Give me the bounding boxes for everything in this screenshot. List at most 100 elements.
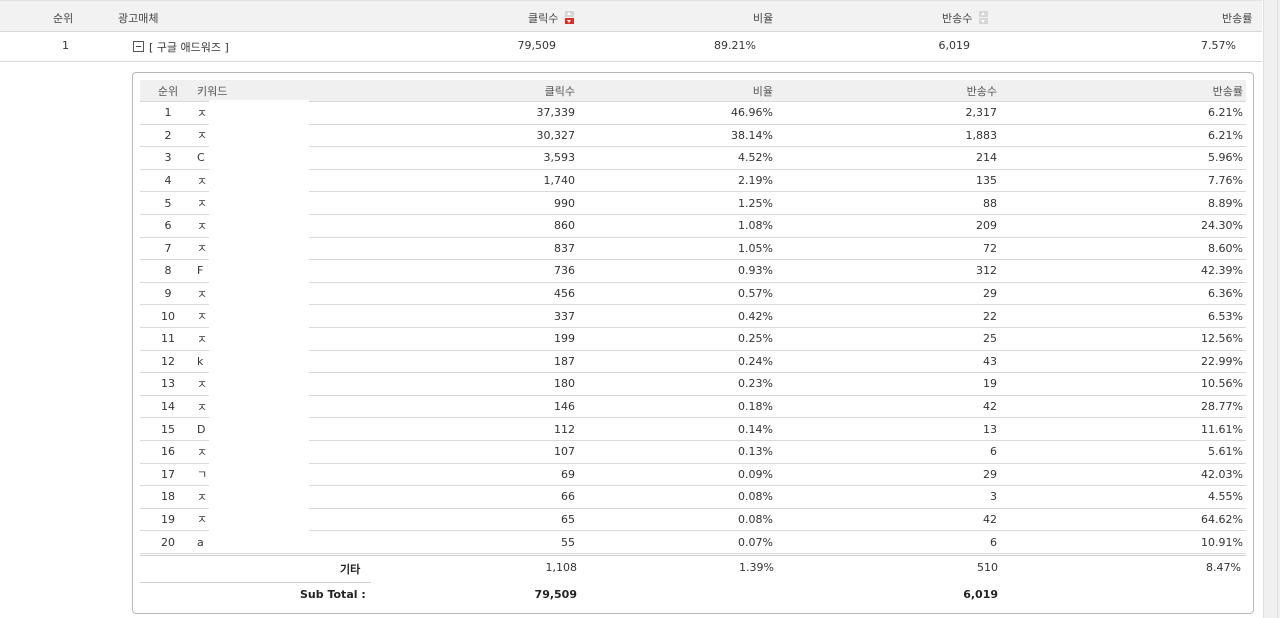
- header-conversions[interactable]: 반송수: [942, 10, 988, 26]
- row-clicks: 112: [316, 417, 578, 441]
- row-rank: 13: [140, 372, 196, 396]
- row-bounce-rate: 42.03%: [1000, 463, 1246, 487]
- media-clicks: 79,509: [517, 39, 557, 52]
- row-conversions: 13: [776, 417, 1000, 441]
- row-conversions: 3: [776, 485, 1000, 509]
- row-conversions: 6: [776, 530, 1000, 554]
- row-conversions: 29: [776, 282, 1000, 306]
- row-bounce-rate: 24.30%: [1000, 214, 1246, 238]
- etc-conversions: 510: [977, 561, 998, 574]
- media-ratio: 89.21%: [714, 39, 756, 52]
- header-rank: 순위: [53, 12, 74, 25]
- row-bounce-rate: 6.21%: [1000, 124, 1246, 148]
- media-table-header: 순위 광고매체 클릭수 비율 반송수 반송률: [0, 0, 1262, 32]
- row-rank: 1: [140, 101, 196, 125]
- row-ratio: 0.08%: [578, 485, 776, 509]
- row-rank: 9: [140, 282, 196, 306]
- row-rank: 12: [140, 350, 196, 374]
- row-conversions: 25: [776, 327, 1000, 351]
- etc-ratio: 1.39%: [739, 561, 774, 574]
- row-clicks: 66: [316, 485, 578, 509]
- media-bounce-rate: 7.57%: [1201, 39, 1236, 52]
- row-rank: 3: [140, 146, 196, 170]
- row-clicks: 37,339: [316, 101, 578, 125]
- etc-row: 기타 1,108 1.39% 510 8.47%: [140, 555, 1246, 582]
- row-bounce-rate: 6.36%: [1000, 282, 1246, 306]
- kw-header-bounce-rate: 반송률: [1000, 80, 1246, 102]
- row-clicks: 860: [316, 214, 578, 238]
- row-conversions: 1,883: [776, 124, 1000, 148]
- keyword-table-header: 순위 키워드 클릭수 비율 반송수 반송률: [140, 80, 1246, 102]
- row-conversions: 209: [776, 214, 1000, 238]
- header-clicks-label: 클릭수: [528, 12, 559, 25]
- subtotal-label: Sub Total :: [300, 588, 366, 601]
- subtotal-row: Sub Total : 79,509 6,019: [140, 583, 1246, 609]
- row-ratio: 0.09%: [578, 463, 776, 487]
- row-rank: 5: [140, 191, 196, 215]
- row-ratio: 0.57%: [578, 282, 776, 306]
- row-conversions: 88: [776, 191, 1000, 215]
- row-rank: 8: [140, 259, 196, 283]
- row-clicks: 180: [316, 372, 578, 396]
- row-bounce-rate: 64.62%: [1000, 508, 1246, 532]
- subtotal-clicks: 79,509: [534, 588, 577, 601]
- row-bounce-rate: 10.91%: [1000, 530, 1246, 554]
- row-ratio: 4.52%: [578, 146, 776, 170]
- row-ratio: 0.42%: [578, 304, 776, 328]
- header-clicks[interactable]: 클릭수: [528, 10, 574, 26]
- row-rank: 18: [140, 485, 196, 509]
- kw-header-keyword: 키워드: [196, 80, 316, 102]
- row-clicks: 187: [316, 350, 578, 374]
- media-conversions: 6,019: [938, 39, 971, 52]
- vertical-scrollbar[interactable]: [1263, 0, 1280, 618]
- header-bounce-rate: 반송률: [1222, 12, 1253, 25]
- header-ratio: 비율: [753, 12, 774, 25]
- row-ratio: 1.05%: [578, 237, 776, 261]
- row-clicks: 337: [316, 304, 578, 328]
- row-conversions: 42: [776, 395, 1000, 419]
- row-rank: 15: [140, 417, 196, 441]
- row-rank: 10: [140, 304, 196, 328]
- row-rank: 14: [140, 395, 196, 419]
- media-row: 1 [ 구글 애드워즈 ] 79,509 89.21% 6,019 7.57%: [0, 31, 1262, 62]
- row-clicks: 65: [316, 508, 578, 532]
- row-clicks: 55: [316, 530, 578, 554]
- row-ratio: 1.25%: [578, 191, 776, 215]
- row-clicks: 199: [316, 327, 578, 351]
- row-conversions: 135: [776, 169, 1000, 193]
- header-conversions-label: 반송수: [942, 12, 973, 25]
- row-ratio: 0.08%: [578, 508, 776, 532]
- row-clicks: 1,740: [316, 169, 578, 193]
- row-bounce-rate: 8.60%: [1000, 237, 1246, 261]
- row-conversions: 29: [776, 463, 1000, 487]
- etc-clicks: 1,108: [545, 561, 578, 574]
- row-bounce-rate: 12.56%: [1000, 327, 1246, 351]
- sort-icon[interactable]: [978, 11, 988, 25]
- kw-header-ratio: 비율: [578, 80, 776, 102]
- sort-desc-icon[interactable]: [564, 11, 574, 25]
- media-rank: 1: [62, 39, 69, 52]
- row-ratio: 0.25%: [578, 327, 776, 351]
- row-bounce-rate: 6.53%: [1000, 304, 1246, 328]
- subtotal-conversions: 6,019: [963, 588, 998, 601]
- kw-header-rank: 순위: [140, 80, 196, 102]
- row-rank: 17: [140, 463, 196, 487]
- row-rank: 20: [140, 530, 196, 554]
- row-rank: 2: [140, 124, 196, 148]
- row-rank: 11: [140, 327, 196, 351]
- row-ratio: 46.96%: [578, 101, 776, 125]
- row-conversions: 2,317: [776, 101, 1000, 125]
- row-bounce-rate: 28.77%: [1000, 395, 1246, 419]
- row-conversions: 43: [776, 350, 1000, 374]
- collapse-icon[interactable]: [133, 41, 144, 52]
- row-bounce-rate: 7.76%: [1000, 169, 1246, 193]
- row-bounce-rate: 4.55%: [1000, 485, 1246, 509]
- row-clicks: 69: [316, 463, 578, 487]
- media-name-cell[interactable]: [ 구글 애드워즈 ]: [133, 39, 229, 55]
- row-rank: 7: [140, 237, 196, 261]
- header-media: 광고매체: [118, 12, 159, 25]
- row-ratio: 2.19%: [578, 169, 776, 193]
- row-clicks: 146: [316, 395, 578, 419]
- etc-label: 기타: [340, 563, 361, 576]
- row-conversions: 19: [776, 372, 1000, 396]
